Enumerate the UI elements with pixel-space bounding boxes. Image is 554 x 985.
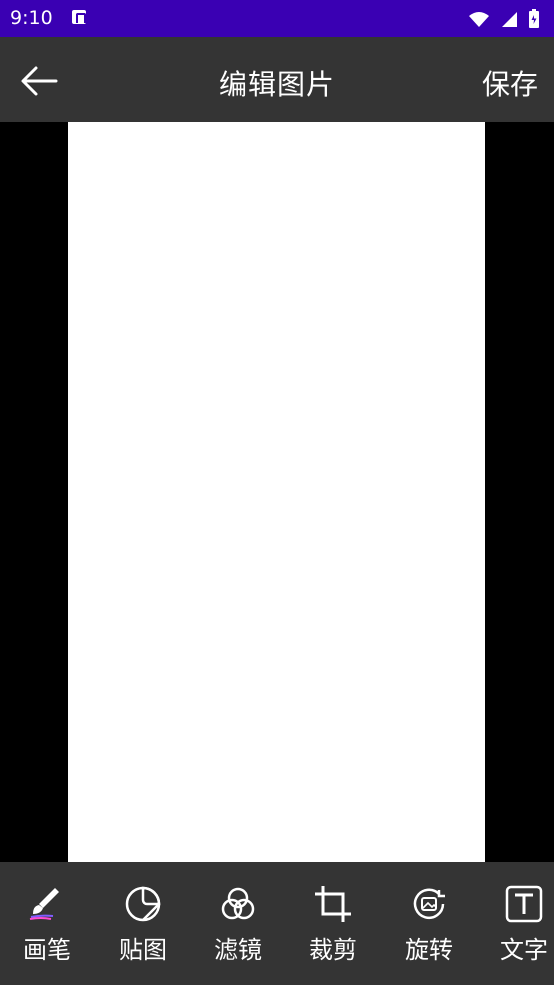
text-icon (504, 884, 544, 924)
edited-image[interactable] (68, 122, 485, 862)
brush-icon (27, 884, 67, 924)
tool-label: 画笔 (23, 936, 71, 964)
filter-icon (218, 884, 258, 924)
tool-crop[interactable]: 裁剪 (288, 884, 378, 974)
status-bar: 9:10 (0, 0, 554, 37)
tool-filter[interactable]: 滤镜 (193, 884, 283, 974)
tool-sticker[interactable]: 贴图 (98, 884, 188, 974)
tool-label: 贴图 (119, 936, 167, 964)
tool-label: 滤镜 (214, 936, 262, 964)
rotate-icon (409, 884, 449, 924)
save-button[interactable]: 保存 (482, 63, 538, 103)
sticker-icon (123, 884, 163, 924)
app-bar: 编辑图片 保存 (0, 37, 554, 122)
tool-rotate[interactable]: 旋转 (384, 884, 474, 974)
notification-icon (72, 10, 86, 24)
tool-brush[interactable]: 画笔 (2, 884, 92, 974)
edit-toolbar: 画笔 贴图 滤镜 裁剪 旋转 文字 (0, 862, 554, 985)
status-icons (468, 9, 540, 33)
tool-label: 旋转 (405, 936, 453, 964)
status-time: 9:10 (10, 7, 53, 29)
tool-text[interactable]: 文字 (479, 884, 554, 974)
wifi-icon (468, 10, 490, 32)
tool-label: 文字 (500, 936, 548, 964)
tool-label: 裁剪 (309, 936, 357, 964)
crop-icon (313, 884, 353, 924)
battery-icon (528, 9, 540, 33)
signal-icon (500, 10, 518, 32)
page-title: 编辑图片 (218, 68, 335, 101)
edit-canvas[interactable] (0, 122, 554, 862)
